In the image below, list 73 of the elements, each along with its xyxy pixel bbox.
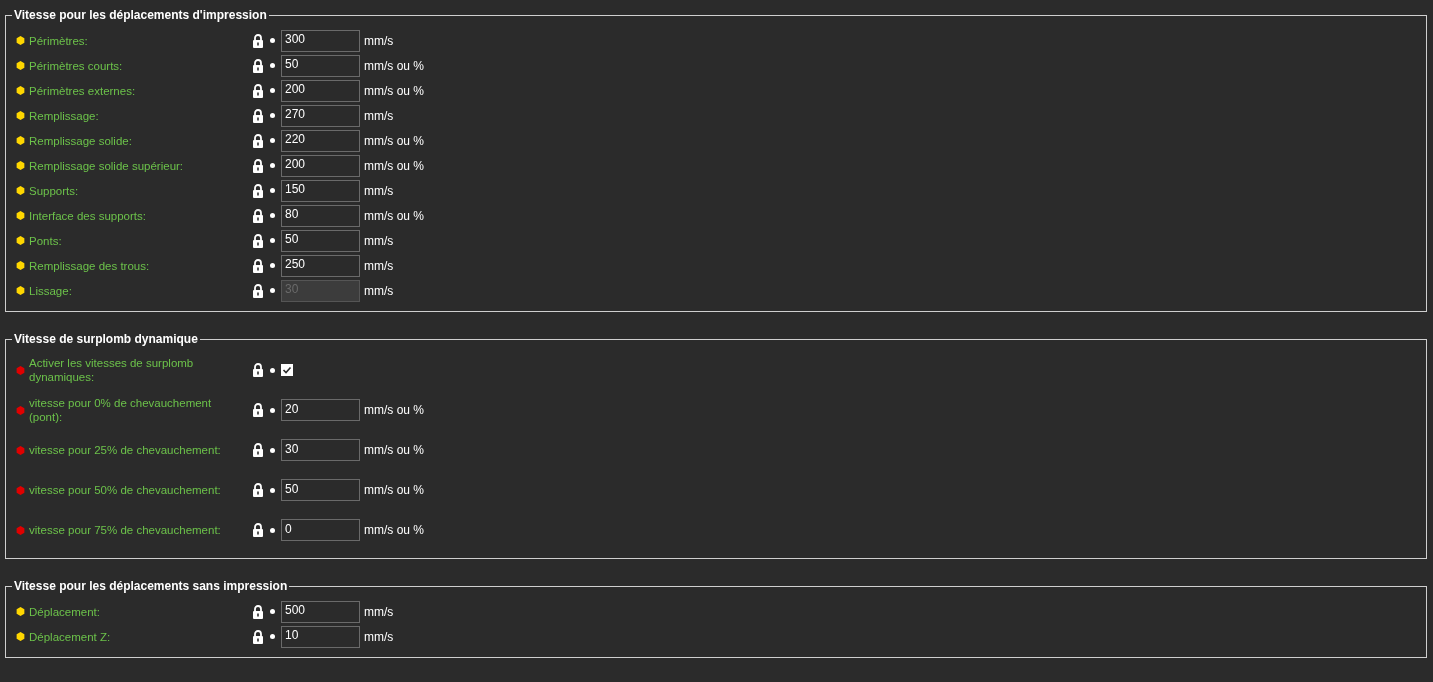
option-label: Déplacement: (29, 604, 100, 619)
unit-label: mm/s ou % (364, 442, 424, 459)
speed-input-field[interactable]: 220 (281, 129, 360, 152)
speed-input-field[interactable]: 30 (281, 439, 360, 461)
speed-input-field[interactable]: 200 (281, 79, 360, 102)
option-label: vitesse pour 0% de chevauchement (pont): (29, 396, 213, 424)
lock-icon[interactable] (252, 523, 264, 537)
option-label: Interface des supports: (29, 208, 146, 223)
unit-label: mm/s (364, 603, 394, 621)
option-label: Remplissage solide supérieur: (29, 158, 184, 173)
lock-icon[interactable] (252, 363, 264, 377)
lock-icon[interactable] (252, 133, 264, 148)
speed-input-field[interactable]: 20 (281, 399, 360, 421)
unit-label: mm/s ou % (364, 157, 424, 175)
speed-input-field[interactable]: 0 (281, 519, 360, 541)
option-label: Remplissage des trous: (29, 258, 150, 273)
checkbox[interactable] (281, 364, 293, 376)
group-title: Vitesse pour les déplacements sans impression (13, 579, 289, 593)
lock-icon[interactable] (252, 158, 264, 173)
speed-input-field[interactable]: 10 (281, 625, 360, 648)
lock-icon[interactable] (252, 258, 264, 273)
option-label: Remplissage: (29, 108, 99, 123)
group-title: Vitesse de surplomb dynamique (13, 332, 199, 346)
speed-input-field[interactable]: 250 (281, 254, 360, 277)
group-title: Vitesse pour les déplacements d'impression (13, 8, 268, 22)
speed-input-field[interactable]: 200 (281, 154, 360, 177)
unit-label: mm/s ou % (364, 132, 424, 150)
unit-label: mm/s (364, 182, 394, 200)
unit-label: mm/s (364, 282, 394, 300)
lock-icon[interactable] (252, 58, 264, 73)
option-label: Ponts: (29, 233, 62, 248)
speed-input-field[interactable]: 500 (281, 600, 360, 623)
lock-icon[interactable] (252, 208, 264, 223)
speed-input-field[interactable]: 50 (281, 54, 360, 77)
unit-label: mm/s ou % (364, 82, 424, 100)
unit-label: mm/s (364, 257, 394, 275)
unit-label: mm/s ou % (364, 482, 424, 499)
speed-input-field[interactable]: 80 (281, 204, 360, 227)
lock-icon[interactable] (252, 483, 264, 497)
lock-icon[interactable] (252, 283, 264, 298)
unit-label: mm/s (364, 232, 394, 250)
option-label: Déplacement Z: (29, 629, 111, 644)
option-label: Périmètres: (29, 33, 88, 48)
lock-icon[interactable] (252, 403, 264, 417)
speed-input-field[interactable]: 270 (281, 104, 360, 127)
unit-label: mm/s ou % (364, 522, 424, 539)
unit-label: mm/s (364, 32, 394, 50)
lock-icon[interactable] (252, 443, 264, 457)
unit-label: mm/s ou % (364, 402, 424, 419)
unit-label: mm/s ou % (364, 207, 424, 225)
option-label: Périmètres externes: (29, 83, 136, 98)
lock-icon[interactable] (252, 33, 264, 48)
speed-input-field[interactable]: 50 (281, 479, 360, 501)
unit-label: mm/s (364, 628, 394, 646)
unit-label: mm/s (364, 107, 394, 125)
speed-input-field[interactable]: 300 (281, 29, 360, 52)
option-label: vitesse pour 75% de chevauchement: (29, 523, 222, 537)
lock-icon[interactable] (252, 108, 264, 123)
option-label: Supports: (29, 183, 79, 198)
lock-icon[interactable] (252, 629, 264, 644)
lock-icon[interactable] (252, 183, 264, 198)
option-label: Périmètres courts: (29, 58, 123, 73)
option-label: Lissage: (29, 283, 72, 298)
speed-input-field[interactable]: 50 (281, 229, 360, 252)
lock-icon[interactable] (252, 83, 264, 98)
unit-label: mm/s ou % (364, 57, 424, 75)
option-label: vitesse pour 50% de chevauchement: (29, 483, 222, 497)
option-label: vitesse pour 25% de chevauchement: (29, 443, 222, 457)
option-label: Activer les vitesses de surplomb dynamiques: (29, 356, 195, 384)
option-label: Remplissage solide: (29, 133, 132, 148)
lock-icon[interactable] (252, 233, 264, 248)
speed-input-field[interactable]: 150 (281, 179, 360, 202)
lock-icon[interactable] (252, 604, 264, 619)
